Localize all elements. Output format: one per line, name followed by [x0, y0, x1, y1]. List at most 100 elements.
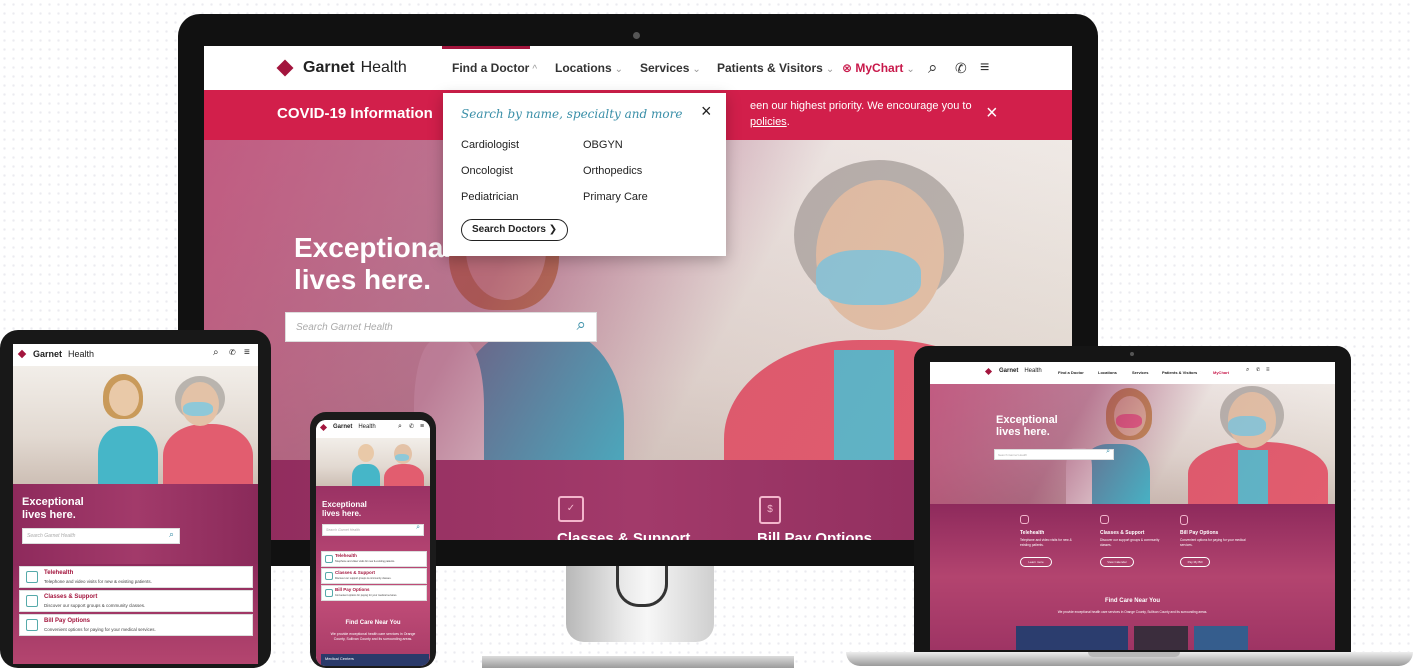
chevron-down-icon: ⌄: [906, 64, 915, 75]
pay-my-bill-button[interactable]: Pay My Bill: [1180, 557, 1210, 567]
location-card-1[interactable]: [1016, 626, 1128, 650]
mychart-icon: ⊗: [842, 61, 856, 75]
search-icon[interactable]: ⌕: [928, 46, 938, 90]
nav-mychart[interactable]: MyChart: [1213, 370, 1229, 375]
location-card-2[interactable]: [1134, 626, 1188, 650]
covid-title: COVID-19 Information: [277, 105, 433, 122]
tablet-card-classes[interactable]: Classes & Support Discover our support gr…: [19, 590, 253, 612]
hero-search-input[interactable]: Search Garnet Health ⌕: [285, 312, 597, 342]
covid-policies-link[interactable]: policies: [750, 116, 787, 128]
laptop-find-care-title: Find Care Near You: [1104, 598, 1161, 604]
tablet-card-billpay[interactable]: Bill Pay Options Convenient options for p…: [19, 614, 253, 636]
search-doctors-button[interactable]: Search Doctors ❯: [461, 219, 569, 241]
nav-locations[interactable]: Locations: [1098, 370, 1117, 375]
chevron-right-icon: ❯: [548, 224, 558, 235]
laptop-find-care-desc: We provide exceptional health care servi…: [1057, 610, 1208, 614]
laptop-feature-classes[interactable]: Classes & Support: [1100, 530, 1144, 536]
phone-hero-photo: [316, 438, 430, 486]
phone-icon[interactable]: ✆: [1256, 367, 1260, 373]
nav-patients-visitors[interactable]: Patients & Visitors: [1162, 370, 1197, 375]
tablet-hero-photo: [13, 366, 258, 484]
laptop-logo[interactable]: Garnet Health: [984, 367, 1042, 375]
search-icon[interactable]: ⌕: [398, 423, 402, 431]
tablet-logo[interactable]: Garnet Health: [17, 349, 94, 359]
tablet-screen: Garnet Health ⌕ ✆ ≡ Exceptional lives here…: [13, 344, 258, 664]
bill-icon: [325, 589, 333, 597]
nav-find-a-doctor[interactable]: Find a Doctor: [1058, 370, 1084, 375]
laptop-search-input[interactable]: Search Garnet Health ⌕: [994, 448, 1114, 460]
search-icon[interactable]: ⌕: [1246, 367, 1249, 374]
search-icon[interactable]: ⌕: [416, 524, 420, 532]
phone-screen: Garnet Health ⌕ ✆ ≡ Exceptional lives here…: [316, 420, 430, 666]
specialty-link-primary-care[interactable]: Primary Care: [583, 191, 648, 203]
phone-search-input[interactable]: Search Garnet Health ⌕: [322, 524, 424, 536]
laptop-hero-title: Exceptional lives here.: [996, 414, 1058, 438]
specialty-link-orthopedics[interactable]: Orthopedics: [583, 165, 642, 177]
logo-brand-bold: Garnet: [303, 59, 355, 76]
menu-icon[interactable]: ≡: [980, 46, 989, 90]
search-icon[interactable]: ⌕: [1106, 448, 1110, 456]
specialty-link-obgyn[interactable]: OBGYN: [583, 139, 623, 151]
learn-more-button[interactable]: Learn more: [1020, 557, 1052, 567]
search-icon[interactable]: ⌕: [213, 347, 219, 358]
nav-services[interactable]: Services: [1132, 370, 1148, 375]
feature-bill-pay[interactable]: Bill Pay Options: [757, 530, 872, 540]
phone-logo[interactable]: Garnet Health: [319, 423, 376, 431]
menu-icon[interactable]: ≡: [420, 423, 424, 430]
phone-find-care-title: Find Care Near You: [345, 620, 401, 626]
laptop-feature-billpay[interactable]: Bill Pay Options: [1180, 530, 1218, 536]
phone-hero-title: Exceptional lives here.: [322, 500, 367, 518]
nav-services[interactable]: Services ⌄: [640, 46, 701, 90]
monitor-camera: [633, 32, 640, 39]
logo-brand-light: Health: [360, 59, 407, 76]
tablet-card-telehealth[interactable]: Telehealth Telephone and video visits for…: [19, 566, 253, 588]
menu-icon[interactable]: ≡: [244, 347, 250, 358]
logo-diamond-icon: [17, 349, 27, 359]
phone-card-telehealth[interactable]: Telehealth Telephone and video visits fo…: [321, 551, 427, 567]
tablet-hero-title: Exceptional lives here.: [22, 496, 84, 521]
logo-diamond-icon: [276, 59, 294, 77]
laptop-camera: [1130, 352, 1134, 356]
main-nav: Garnet Health Find a Doctor ^ Locations ⌄ …: [204, 46, 1072, 90]
specialty-link-cardiologist[interactable]: Cardiologist: [461, 139, 519, 151]
nav-mychart[interactable]: ⊗ MyChart ⌄: [842, 46, 915, 90]
calendar-check-icon: [26, 595, 38, 607]
calendar-check-icon: [1100, 515, 1109, 524]
phone-icon[interactable]: ✆: [229, 348, 236, 357]
laptop-hero-overlay: [930, 384, 1335, 504]
monitor-stand-base: [482, 656, 794, 668]
nav-locations[interactable]: Locations ⌄: [555, 46, 623, 90]
tablet-search-input[interactable]: Search Garnet Health ⌕: [22, 528, 180, 544]
location-card-3[interactable]: [1194, 626, 1248, 650]
menu-icon[interactable]: ≡: [1266, 367, 1270, 373]
monitor-stand-notch: [616, 566, 668, 607]
find-doctor-dropdown: Search by name, specialty and more × Car…: [443, 93, 726, 256]
phone-card-classes[interactable]: Classes & Support Discover our support g…: [321, 568, 427, 584]
search-icon[interactable]: ⌕: [576, 315, 586, 335]
nav-patients-visitors[interactable]: Patients & Visitors ⌄: [717, 46, 834, 90]
chevron-down-icon: ⌄: [825, 64, 835, 75]
dropdown-close-icon[interactable]: ×: [701, 101, 712, 122]
view-calendar-button[interactable]: View Calendar: [1100, 557, 1134, 567]
telehealth-icon: [26, 571, 38, 583]
phone-icon[interactable]: ✆: [955, 46, 967, 90]
bill-icon: [1180, 515, 1188, 525]
specialty-link-oncologist[interactable]: Oncologist: [461, 165, 513, 177]
logo-diamond-icon: [984, 367, 993, 375]
search-icon[interactable]: ⌕: [169, 529, 174, 540]
tablet-device: Garnet Health ⌕ ✆ ≡ Exceptional lives here…: [0, 330, 271, 668]
phone-find-care-desc: We provide exceptional health care servi…: [330, 632, 416, 641]
phone-device: Garnet Health ⌕ ✆ ≡ Exceptional lives here…: [310, 412, 436, 668]
logo[interactable]: Garnet Health: [276, 59, 407, 77]
phone-medical-centers-tab[interactable]: Medical Centers: [321, 654, 429, 666]
specialty-link-pediatrician[interactable]: Pediatrician: [461, 191, 518, 203]
feature-classes-support[interactable]: Classes & Support: [557, 530, 690, 540]
phone-card-billpay[interactable]: Bill Pay Options Convenient options for …: [321, 585, 427, 601]
laptop-notch: [1088, 652, 1180, 657]
nav-find-a-doctor[interactable]: Find a Doctor ^: [452, 46, 537, 90]
laptop-feature-telehealth[interactable]: Telehealth: [1020, 530, 1044, 536]
covid-close-icon[interactable]: ×: [986, 102, 998, 125]
telehealth-icon: [1020, 515, 1029, 524]
phone-icon[interactable]: ✆: [409, 423, 414, 430]
laptop-features-band: [930, 504, 1335, 650]
